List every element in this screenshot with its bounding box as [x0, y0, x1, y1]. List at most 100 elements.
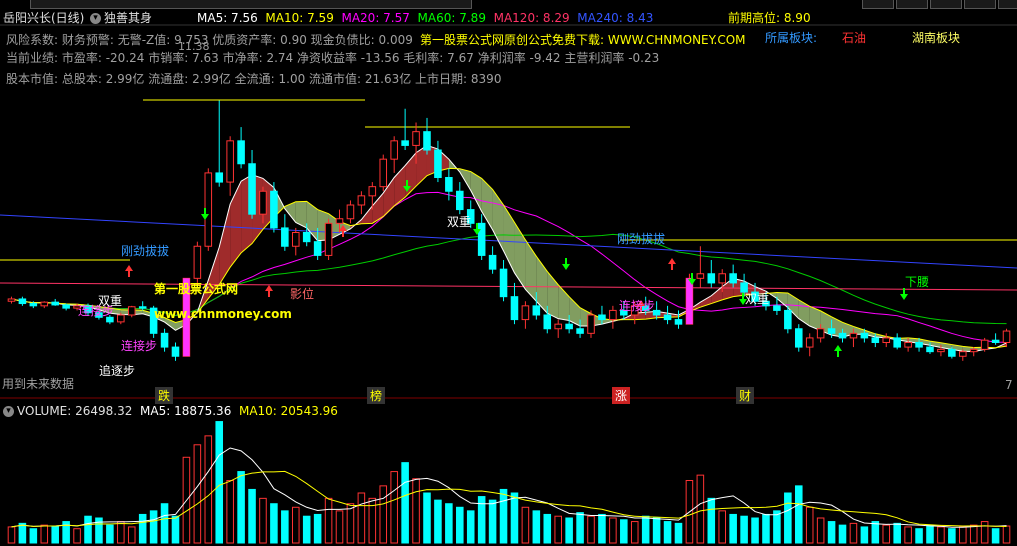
volume-bar: [926, 524, 934, 544]
ma120-value: MA120: 8.29: [493, 11, 570, 25]
ma-ribbon-segment: [711, 286, 723, 304]
signal-zhuizhubu: 追逐步: [99, 364, 136, 378]
period-toolbar[interactable]: [30, 0, 472, 9]
indicator-selector[interactable]: ▾ 独善其身: [90, 11, 152, 25]
up-arrow-icon: [668, 258, 676, 270]
chevron-down-icon[interactable]: ▾: [3, 406, 14, 417]
candle-body: [729, 273, 737, 284]
performance-info-line: 当前业绩: 市盈率: -20.24 市销率: 7.63 市净率: 2.74 净资…: [6, 51, 660, 65]
candle-body: [915, 342, 923, 348]
volume-bar: [412, 478, 420, 544]
volume-bar: [335, 510, 344, 544]
sector-hunan[interactable]: 湖南板块: [912, 31, 960, 45]
sector-oil[interactable]: 石油: [842, 31, 866, 45]
volume-bar: [302, 515, 311, 544]
signal-shuangchong-3: 双重: [745, 292, 770, 306]
volume-bar: [871, 521, 880, 544]
volume-bar: [357, 492, 366, 544]
volume-value: VOLUME: 26498.32: [17, 404, 133, 418]
signal-gangjin-2: 刚劲拔拔: [617, 232, 666, 246]
candle-body: [499, 268, 508, 298]
candle-body: [423, 131, 431, 151]
candle-body: [948, 348, 956, 357]
candle-body: [7, 298, 16, 302]
candle-body: [510, 296, 519, 321]
candle-body: [871, 337, 880, 343]
volume-bar: [379, 485, 388, 544]
toolbar-button-2[interactable]: [896, 0, 928, 9]
volume-bar: [171, 515, 180, 544]
candle-body: [259, 190, 267, 215]
bottom-mark-die: 跌: [155, 387, 174, 404]
candle-body: [904, 342, 912, 348]
candle-body: [138, 306, 147, 309]
volume-bar: [729, 513, 737, 544]
bottom-mark-cai: 财: [736, 387, 755, 404]
candle-body: [980, 339, 989, 350]
toolbar-button-4[interactable]: [964, 0, 996, 9]
volume-bar: [29, 528, 38, 544]
candle-body: [401, 140, 409, 146]
toolbar-button-3[interactable]: [930, 0, 962, 9]
volume-bar: [805, 506, 814, 544]
candle-body: [127, 306, 136, 316]
toolbar-button-1[interactable]: [862, 0, 894, 9]
capital-info-line: 股本市值: 总股本: 2.99亿 流通盘: 2.99亿 全流通: 1.00 流通…: [6, 72, 502, 86]
candle-body: [171, 346, 180, 357]
ma10-value: MA10: 7.59: [265, 11, 334, 25]
candle-body: [248, 163, 256, 215]
volume-bar: [434, 499, 442, 544]
signal-lianjiebu-1: 连接步: [121, 339, 158, 353]
volume-bar: [598, 513, 606, 544]
candle-body: [598, 314, 606, 321]
volume-bar: [959, 526, 967, 544]
candle-body: [849, 332, 858, 339]
volume-legend: ▾ VOLUME: 26498.32 MA5: 18875.36 MA10: 20…: [3, 404, 338, 418]
candle-body: [838, 332, 847, 339]
volume-bar: [160, 503, 169, 544]
candle-body: [937, 348, 945, 353]
volume-bar: [281, 510, 289, 544]
candle-body: [827, 328, 836, 334]
signal-shuangchong-1: 双重: [98, 294, 123, 308]
ma-ribbon-segment: [514, 222, 526, 290]
chevron-down-icon: ▾: [90, 13, 101, 24]
candle-body: [302, 232, 311, 243]
volume-bar: [849, 522, 858, 544]
candle-body: [565, 323, 573, 330]
volume-bar: [226, 480, 234, 544]
volume-bar: [751, 517, 759, 544]
volume-ma10: MA10: 20543.96: [238, 404, 338, 418]
volume-bar: [773, 510, 781, 544]
bottom-mark-zhang: 涨: [612, 387, 631, 404]
candle-body: [969, 348, 978, 353]
signal-luoying: 影位: [290, 287, 315, 301]
volume-bar: [696, 474, 705, 544]
volume-bar: [904, 526, 912, 544]
volume-bar: [127, 526, 136, 544]
ma-ribbon-segment: [219, 204, 231, 285]
ma-ribbon-segment: [284, 201, 296, 223]
volume-bar: [784, 492, 792, 544]
volume-bar: [620, 519, 628, 544]
signal-gangjin-1: 刚劲拔拔: [121, 244, 170, 258]
toolbar-button-5[interactable]: [998, 0, 1017, 9]
candle-body: [816, 328, 825, 339]
signal-lianjiebu-2: 连接步: [619, 299, 656, 313]
candle-body: [576, 328, 584, 334]
candle-body: [959, 351, 967, 357]
candle-body: [784, 309, 792, 330]
volume-bar: [73, 528, 81, 544]
volume-bar: [117, 521, 125, 544]
candle-body: [62, 304, 70, 309]
ma-ribbon-segment: [481, 178, 493, 230]
volume-bar: [893, 522, 901, 544]
volume-bar: [18, 522, 27, 544]
future-data-warning: 用到未来数据: [2, 377, 75, 391]
volume-bar: [663, 521, 672, 544]
promo-text[interactable]: 第一股票公式网原创公式免费下载: WWW.CHNMONEY.COM: [420, 33, 746, 47]
candle-body: [532, 305, 541, 316]
volume-bar: [915, 528, 923, 544]
candle-body: [434, 149, 442, 178]
volume-bar: [794, 485, 803, 544]
